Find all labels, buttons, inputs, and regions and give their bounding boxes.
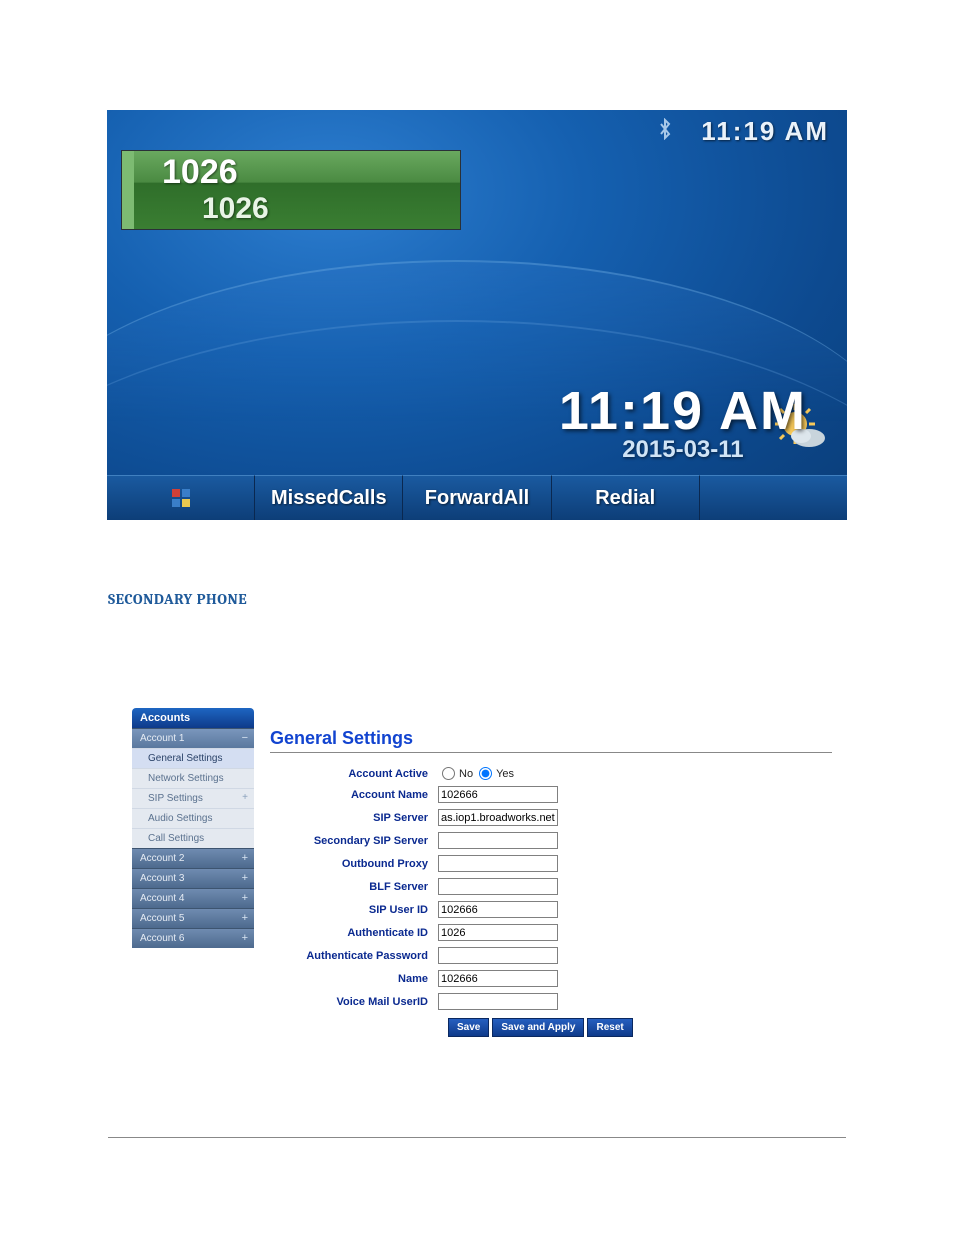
radio-account-active-no[interactable]: [442, 767, 455, 780]
web-admin-panel: Accounts Account 1 − General Settings Ne…: [132, 708, 832, 1037]
nav-audio-settings[interactable]: Audio Settings: [132, 808, 254, 828]
label-name: Name: [270, 973, 438, 985]
row-voice-mail-userid: Voice Mail UserID: [270, 993, 832, 1010]
row-authenticate-id: Authenticate ID: [270, 924, 832, 941]
sidebar-account-4[interactable]: Account 4 +: [132, 888, 254, 908]
footer-divider: [108, 1137, 846, 1138]
line-key-1[interactable]: 1026 1026: [121, 150, 461, 230]
row-sip-server: SIP Server: [270, 809, 832, 826]
input-account-name[interactable]: [438, 786, 558, 803]
input-sip-server[interactable]: [438, 809, 558, 826]
input-authenticate-id[interactable]: [438, 924, 558, 941]
reset-button[interactable]: Reset: [587, 1018, 632, 1037]
save-button[interactable]: Save: [448, 1018, 489, 1037]
expand-icon: +: [242, 792, 248, 803]
label-account-active: Account Active: [270, 768, 438, 780]
collapse-icon: −: [242, 732, 248, 744]
row-sip-user-id: SIP User ID: [270, 901, 832, 918]
row-blf-server: BLF Server: [270, 878, 832, 895]
sidebar-account-3[interactable]: Account 3 +: [132, 868, 254, 888]
content-title: General Settings: [270, 728, 832, 753]
account-1-submenu: General Settings Network Settings SIP Se…: [132, 748, 254, 848]
status-bar: 11:19 AM: [657, 116, 829, 147]
nav-sip-settings[interactable]: SIP Settings +: [132, 788, 254, 808]
input-secondary-sip-server[interactable]: [438, 832, 558, 849]
row-account-active: Account Active No Yes: [270, 767, 832, 780]
line-number: 1026: [122, 151, 460, 192]
input-voice-mail-userid[interactable]: [438, 993, 558, 1010]
radio-yes-label: Yes: [496, 768, 514, 780]
expand-icon: +: [242, 912, 248, 924]
save-and-apply-button[interactable]: Save and Apply: [492, 1018, 584, 1037]
nav-call-settings[interactable]: Call Settings: [132, 828, 254, 848]
line-highlight: [122, 151, 134, 229]
expand-icon: +: [242, 892, 248, 904]
nav-network-settings[interactable]: Network Settings: [132, 768, 254, 788]
label-authenticate-id: Authenticate ID: [270, 927, 438, 939]
radio-account-active-yes[interactable]: [479, 767, 492, 780]
row-account-name: Account Name: [270, 786, 832, 803]
label-blf-server: BLF Server: [270, 881, 438, 893]
accounts-sidebar: Account 1 − General Settings Network Set…: [132, 728, 254, 948]
softkey-bar: MissedCalls ForwardAll Redial: [107, 475, 847, 520]
sidebar-heading: Accounts: [132, 708, 254, 728]
expand-icon: +: [242, 872, 248, 884]
sidebar-account-6[interactable]: Account 6 +: [132, 928, 254, 948]
section-heading: SECONDARY PHONE: [108, 590, 954, 608]
nav-sip-settings-label: SIP Settings: [148, 793, 203, 804]
label-account-name: Account Name: [270, 789, 438, 801]
input-blf-server[interactable]: [438, 878, 558, 895]
sidebar-account-4-label: Account 4: [140, 893, 184, 904]
nav-general-settings[interactable]: General Settings: [132, 748, 254, 768]
label-sip-server: SIP Server: [270, 812, 438, 824]
field-account-active: No Yes: [438, 767, 514, 780]
bluetooth-icon: [657, 118, 673, 146]
settings-content: General Settings Account Active No Yes A…: [270, 728, 832, 1037]
softkey-apps[interactable]: [107, 475, 255, 520]
label-outbound-proxy: Outbound Proxy: [270, 858, 438, 870]
row-authenticate-password: Authenticate Password: [270, 947, 832, 964]
input-sip-user-id[interactable]: [438, 901, 558, 918]
sidebar-account-2[interactable]: Account 2 +: [132, 848, 254, 868]
sidebar-account-5-label: Account 5: [140, 913, 184, 924]
radio-no-label: No: [459, 768, 473, 780]
input-name[interactable]: [438, 970, 558, 987]
label-voice-mail-userid: Voice Mail UserID: [270, 996, 438, 1008]
sidebar-account-1[interactable]: Account 1 −: [132, 728, 254, 748]
softkey-missed-calls[interactable]: MissedCalls: [255, 475, 403, 520]
button-row: Save Save and Apply Reset: [448, 1018, 832, 1037]
sidebar-account-1-label: Account 1: [140, 733, 184, 744]
expand-icon: +: [242, 852, 248, 864]
softkey-redial[interactable]: Redial: [552, 475, 700, 520]
sidebar-account-3-label: Account 3: [140, 873, 184, 884]
row-name: Name: [270, 970, 832, 987]
sidebar-account-6-label: Account 6: [140, 933, 184, 944]
softkey-forward-all[interactable]: ForwardAll: [403, 475, 551, 520]
apps-icon: [172, 489, 190, 507]
sidebar-account-5[interactable]: Account 5 +: [132, 908, 254, 928]
phone-idle-screen: 11:19 AM 1026 1026 11:19 AM 2015-03-11 M…: [107, 110, 847, 520]
status-time: 11:19 AM: [701, 116, 829, 147]
row-outbound-proxy: Outbound Proxy: [270, 855, 832, 872]
input-authenticate-password[interactable]: [438, 947, 558, 964]
clock-widget: 11:19 AM 2015-03-11: [559, 380, 807, 464]
row-secondary-sip-server: Secondary SIP Server: [270, 832, 832, 849]
label-authenticate-password: Authenticate Password: [270, 950, 438, 962]
label-sip-user-id: SIP User ID: [270, 904, 438, 916]
input-outbound-proxy[interactable]: [438, 855, 558, 872]
clock-time: 11:19 AM: [559, 380, 807, 442]
line-label: 1026: [122, 192, 460, 226]
expand-icon: +: [242, 932, 248, 944]
sidebar-account-2-label: Account 2: [140, 853, 184, 864]
softkey-empty[interactable]: [700, 475, 847, 520]
label-secondary-sip-server: Secondary SIP Server: [270, 835, 438, 847]
